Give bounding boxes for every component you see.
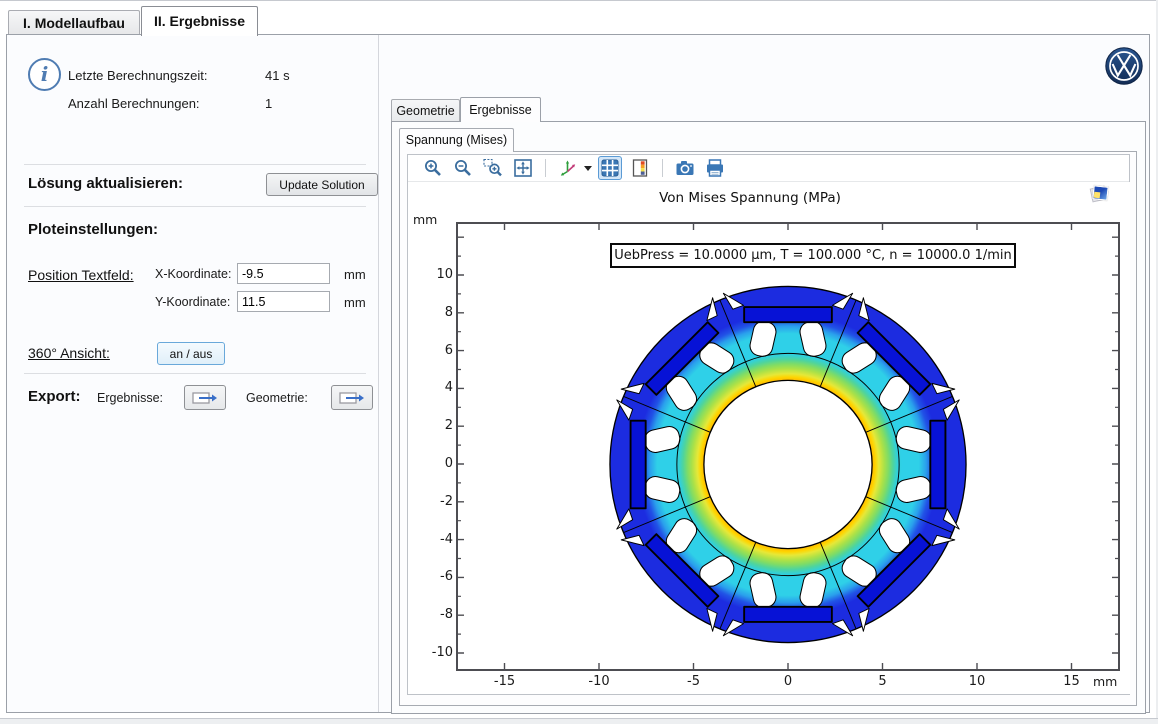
tab-ergebnisse-plot[interactable]: Ergebnisse: [460, 97, 541, 122]
x-axis-unit: mm: [1093, 674, 1117, 689]
tab-geometrie[interactable]: Geometrie: [391, 99, 460, 122]
x-tick-label: -15: [483, 674, 527, 689]
x-tick-label: 0: [766, 674, 810, 689]
y-axis-unit: mm: [413, 212, 437, 227]
image-snapshot-icon[interactable]: [673, 156, 697, 180]
y-coordinate-input[interactable]: [237, 291, 330, 312]
export-icon: [192, 390, 218, 406]
zoom-in-icon[interactable]: [421, 156, 445, 180]
y-tick-label: -8: [421, 607, 453, 622]
computation-count-label: Anzahl Berechnungen:: [68, 96, 200, 111]
y-tick-label: 10: [421, 267, 453, 282]
divider: [24, 206, 366, 207]
export-heading: Export:: [28, 388, 81, 405]
view-360-toggle-button[interactable]: an / aus: [157, 342, 225, 365]
position-textfield-label: Position Textfeld:: [28, 267, 134, 283]
x-coordinate-unit: mm: [344, 267, 366, 282]
zoom-to-selection-icon[interactable]: [481, 156, 505, 180]
last-computation-value: 41 s: [265, 68, 290, 83]
x-coordinate-input[interactable]: [237, 263, 330, 284]
export-results-button[interactable]: [184, 385, 226, 410]
export-icon: [339, 390, 365, 406]
x-tick-label: -5: [672, 674, 716, 689]
y-tick-label: 2: [421, 418, 453, 433]
y-tick-label: -4: [421, 532, 453, 547]
x-tick-label: 10: [955, 674, 999, 689]
view-360-label: 360° Ansicht:: [28, 345, 110, 361]
tab-spannung-mises[interactable]: Spannung (Mises): [399, 128, 514, 152]
axis-orientation-icon[interactable]: [556, 156, 580, 180]
x-tick-label: -10: [577, 674, 621, 689]
y-tick-label: -6: [421, 569, 453, 584]
vw-logo: [1105, 47, 1143, 85]
graphics-toolbar: [408, 155, 1129, 182]
info-icon: i: [28, 58, 61, 91]
y-tick-label: 0: [421, 456, 453, 471]
app-window: I. Modellaufbau II. Ergebnisse i Letzte …: [0, 0, 1156, 718]
status-strip: [0, 718, 1158, 724]
rotor-bore: [704, 380, 872, 548]
toolbar-separator: [662, 159, 663, 177]
x-tick-label: 5: [861, 674, 905, 689]
update-solution-heading: Lösung aktualisieren:: [28, 175, 183, 192]
zoom-extents-icon[interactable]: [511, 156, 535, 180]
rotor-stress-plot: [610, 286, 966, 642]
divider: [24, 373, 366, 374]
tab-modellaufbau[interactable]: I. Modellaufbau: [8, 10, 140, 35]
y-tick-label: 6: [421, 343, 453, 358]
y-tick-label: -10: [421, 645, 453, 660]
divider: [24, 164, 366, 165]
y-tick-label: 8: [421, 305, 453, 320]
x-tick-label: 15: [1050, 674, 1094, 689]
y-tick-label: 4: [421, 380, 453, 395]
tab-ergebnisse[interactable]: II. Ergebnisse: [141, 6, 258, 36]
export-geometry-label: Geometrie:: [246, 391, 308, 405]
x-coordinate-label: X-Koordinate:: [155, 267, 231, 281]
parameter-annotation: UebPress = 10.0000 µm, T = 100.000 °C, n…: [610, 243, 1016, 268]
print-icon[interactable]: [703, 156, 727, 180]
graphics-panel: Von Mises Spannung (MPa): [407, 154, 1130, 695]
export-results-label: Ergebnisse:: [97, 391, 163, 405]
zoom-out-icon[interactable]: [451, 156, 475, 180]
y-tick-label: -2: [421, 494, 453, 509]
computation-count-value: 1: [265, 96, 272, 111]
left-panel-separator: [378, 35, 379, 712]
y-coordinate-label: Y-Koordinate:: [155, 295, 230, 309]
grid-toggle-icon[interactable]: [598, 156, 622, 180]
export-geometry-button[interactable]: [331, 385, 373, 410]
chevron-down-icon[interactable]: [584, 166, 592, 171]
color-legend-icon[interactable]: [628, 156, 652, 180]
toolbar-separator: [545, 159, 546, 177]
plot-canvas[interactable]: Von Mises Spannung (MPa): [409, 182, 1130, 694]
last-computation-label: Letzte Berechnungszeit:: [68, 68, 207, 83]
update-solution-button[interactable]: Update Solution: [266, 173, 378, 196]
plot-settings-heading: Ploteinstellungen:: [28, 221, 158, 238]
y-coordinate-unit: mm: [344, 295, 366, 310]
